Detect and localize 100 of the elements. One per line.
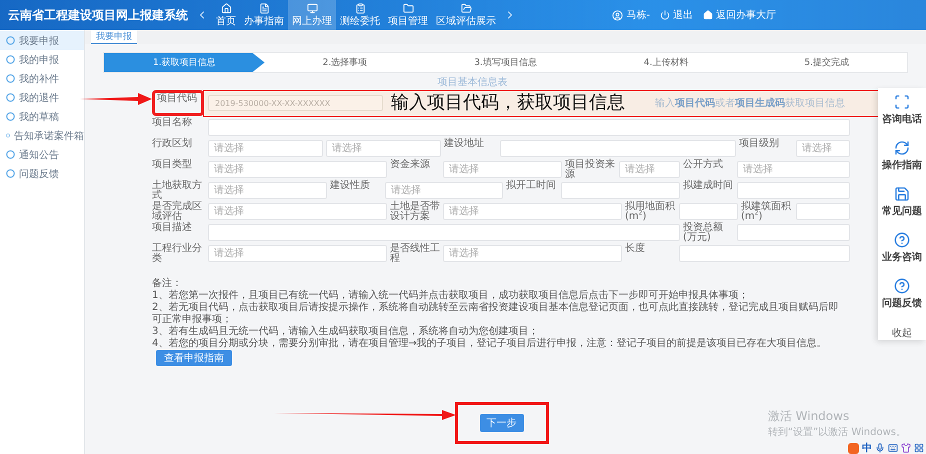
panel-item[interactable]: 咨询电话	[882, 94, 922, 140]
note-text: 3、若有生成码且无统一代码，请输入生成码获取项目信息，系统将自动为您创建项目；	[152, 326, 538, 337]
field-label: 资金来源	[390, 159, 431, 170]
folder-icon	[460, 2, 472, 14]
tab[interactable]: 我要申报	[91, 30, 137, 44]
grid-icon[interactable]	[914, 443, 924, 453]
field-label: 项目代码	[157, 93, 198, 104]
field-label: 长度	[625, 243, 646, 254]
user-link[interactable]: 马栋-	[612, 8, 650, 22]
mic-icon[interactable]	[875, 443, 885, 453]
nav-item[interactable]: 项目管理	[384, 0, 432, 30]
input-field[interactable]	[679, 245, 850, 262]
input-field[interactable]	[679, 203, 738, 220]
home-icon	[703, 10, 713, 20]
clipboard-icon	[354, 2, 366, 14]
monitor-icon	[306, 2, 318, 14]
select-field[interactable]: 请选择	[385, 182, 503, 199]
next-button[interactable]: 下一步	[480, 414, 524, 432]
sidebar-item[interactable]: 我要申报	[0, 31, 84, 50]
input-field[interactable]	[796, 203, 850, 220]
help-icon	[894, 278, 910, 294]
field-label: 项目名称	[152, 117, 193, 128]
help-icon	[894, 232, 910, 248]
field-label: 拟建筑面积(m$^{2}$)	[741, 201, 792, 222]
guide-button[interactable]: 查看申报指南	[156, 350, 232, 366]
windows-activation-title: 激活 Windows	[768, 408, 850, 425]
field-label: 建设地址	[444, 138, 485, 149]
input-field[interactable]	[737, 182, 850, 199]
field-label: 项目投资来源	[565, 159, 616, 180]
nav-item[interactable]: 首页	[212, 0, 240, 30]
field-label: 项目描述	[152, 222, 193, 233]
scan-frame-icon	[894, 94, 910, 110]
input-field[interactable]	[208, 224, 680, 241]
field-label: 拟建成时间	[683, 180, 734, 191]
select-field[interactable]: 请选择	[737, 161, 850, 178]
sidebar-item[interactable]: 告知承诺案件箱	[0, 126, 84, 145]
logout-link[interactable]: 退出	[660, 8, 693, 22]
note-text: 1、若您第一次报件，且项目已有统一代码，请输入统一代码并点击获取项目，成功获取项目信息后点击下一步即可开始申报具体事项；	[152, 290, 748, 301]
callout-text: 输入项目代码，获取项目信息	[391, 91, 625, 114]
sidebar-item[interactable]: 问题反馈	[0, 164, 84, 183]
input-field[interactable]	[561, 182, 680, 199]
select-field[interactable]: 请选择	[443, 161, 562, 178]
sidebar-item[interactable]: 我的补件	[0, 69, 84, 88]
field-label: 是否线性工程	[390, 243, 441, 264]
ring-icon	[6, 36, 15, 45]
ring-icon	[6, 150, 15, 159]
field-label: 是否完成区域评估	[152, 201, 203, 222]
nav-item[interactable]: 办事指南	[240, 0, 288, 30]
ring-icon	[6, 93, 15, 102]
step: 1.获取项目信息	[104, 53, 265, 72]
field-label: 工程行业分类	[152, 243, 203, 264]
user-icon	[612, 10, 624, 20]
field-label: 行政区划	[152, 138, 193, 149]
panel-item[interactable]: 问题反馈	[882, 278, 922, 324]
panel-item[interactable]: 业务咨询	[882, 232, 922, 278]
nav-item[interactable]: 区域评估展示	[432, 0, 500, 30]
select-field[interactable]: 请选择	[443, 203, 622, 220]
select-field[interactable]: 请选择	[796, 140, 850, 156]
back-link[interactable]: 返回办事大厅	[703, 8, 776, 22]
refresh-icon	[894, 140, 910, 156]
note-text: 2、若无项目代码，点击获取项目后请按提示操作，系统将自动跳转至云南省投资建设项目基本信息登记页面，也可点此直接跳转，登记完成且项目赋码后即可正常申报事项；	[152, 302, 838, 325]
code-input-field[interactable]: 2019-530000-XX-XX-XXXXXX	[208, 95, 383, 111]
select-field[interactable]: 请选择	[208, 140, 323, 156]
field-label: 土地获取方式	[152, 180, 203, 201]
input-field[interactable]	[737, 224, 850, 241]
field-label: 拟开工时间	[506, 180, 557, 191]
select-field[interactable]: 请选择	[208, 203, 387, 220]
home-icon	[220, 2, 232, 14]
field-label: 建设性质	[330, 180, 371, 191]
note-text: 4、若您的项目分期或分块，需要分别审批，请在项目管理→我的子项目，登记子项目后进行申报，注意：登记子项目的前提是该项目已存在大项目信息。	[152, 338, 827, 349]
power-icon	[660, 10, 670, 20]
select-field[interactable]: 请选择	[208, 245, 387, 262]
sidebar-item[interactable]: 通知公告	[0, 145, 84, 164]
select-field[interactable]: 请选择	[619, 161, 680, 178]
sidebar-item[interactable]: 我的退件	[0, 88, 84, 107]
select-field[interactable]: 请选择	[208, 161, 387, 178]
nav-item[interactable]: 网上办理	[288, 0, 336, 30]
input-field[interactable]	[208, 118, 850, 136]
field-label: 项目级别	[739, 138, 780, 149]
select-field[interactable]: 请选择	[443, 245, 622, 262]
form-title: 项目基本信息表	[436, 76, 508, 89]
shirt-icon[interactable]	[901, 443, 911, 453]
windows-activation-text: 转到“设置”以激活 Windows。	[768, 426, 906, 439]
ring-icon	[6, 131, 10, 140]
sidebar-item[interactable]: 我的申报	[0, 50, 84, 69]
sidebar-item[interactable]: 我的草稿	[0, 107, 84, 126]
collapse-link[interactable]: 收起	[892, 326, 912, 340]
ring-icon	[6, 55, 15, 64]
panel-item[interactable]: 操作指南	[882, 140, 922, 186]
select-field[interactable]: 请选择	[326, 140, 441, 156]
select-field[interactable]: 请选择	[208, 182, 327, 199]
panel-item[interactable]: 常见问题	[882, 186, 922, 232]
document-icon	[258, 2, 270, 14]
save-icon	[894, 186, 910, 202]
nav-item[interactable]: 测绘委托	[336, 0, 384, 30]
keyboard-icon[interactable]	[888, 443, 898, 453]
ring-icon	[6, 74, 15, 83]
field-label: 投资总额(万元)	[683, 222, 724, 243]
ime-mode[interactable]: 中	[862, 441, 872, 454]
input-field[interactable]	[500, 140, 736, 156]
